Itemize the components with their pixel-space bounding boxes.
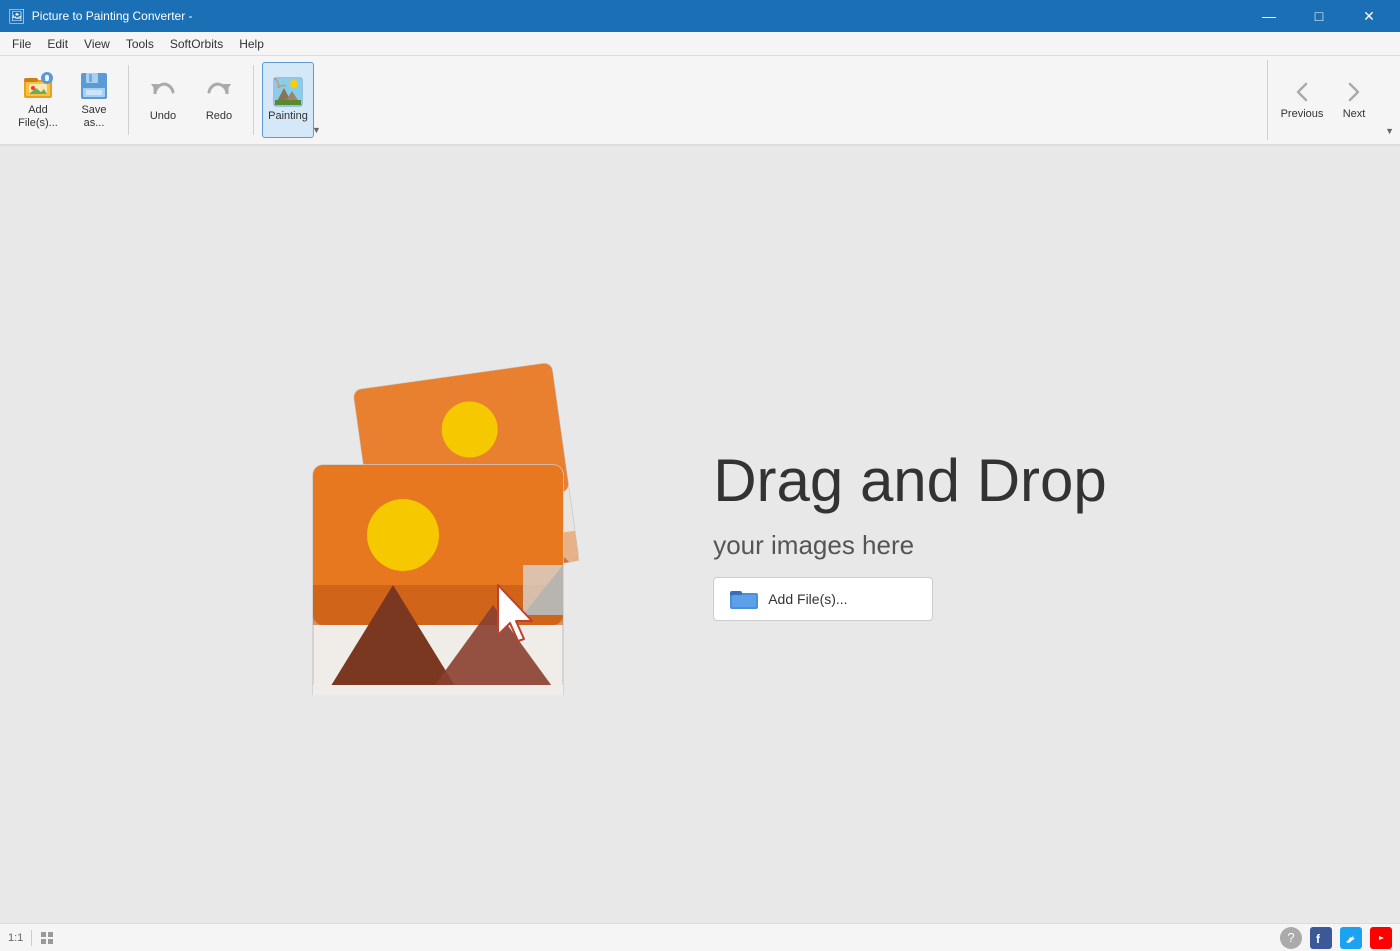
toolbar-right-arrow[interactable]: ▼: [1385, 126, 1394, 136]
previous-label: Previous: [1281, 108, 1324, 121]
undo-icon: [147, 76, 179, 108]
toolbar-group-main: AddFile(s)... Saveas... Undo: [8, 60, 331, 140]
add-files-toolbar-label: AddFile(s)...: [18, 104, 58, 130]
menu-softorbits[interactable]: SoftOrbits: [162, 32, 231, 55]
close-button[interactable]: ✕: [1346, 0, 1392, 32]
save-as-toolbar-label: Saveas...: [81, 104, 106, 130]
undo-toolbar-button[interactable]: Undo: [137, 62, 189, 138]
next-button[interactable]: Next: [1328, 62, 1380, 138]
drop-illustration: [293, 355, 653, 695]
redo-toolbar-label: Redo: [206, 110, 232, 123]
undo-toolbar-label: Undo: [150, 110, 176, 123]
title-bar: 🖼 Picture to Painting Converter - — □ ✕: [0, 0, 1400, 32]
menu-edit[interactable]: Edit: [39, 32, 76, 55]
title-text: Picture to Painting Converter -: [32, 9, 193, 23]
redo-toolbar-button[interactable]: Redo: [193, 62, 245, 138]
painting-toolbar-label: Painting: [268, 110, 308, 123]
status-separator-1: [31, 930, 32, 946]
drop-zone[interactable]: Drag and Drop your images here Add File(…: [293, 355, 1107, 715]
zoom-level: 1:1: [8, 932, 23, 944]
svg-text:f: f: [1316, 932, 1321, 945]
help-icon[interactable]: ?: [1280, 927, 1302, 949]
next-label: Next: [1343, 108, 1366, 121]
main-content[interactable]: Drag and Drop your images here Add File(…: [0, 146, 1400, 923]
toolbar-nav-group: Previous Next ▼: [1267, 60, 1380, 140]
add-files-toolbar-button[interactable]: AddFile(s)...: [12, 62, 64, 138]
youtube-icon[interactable]: [1370, 927, 1392, 949]
toolbar-separator-1: [128, 65, 129, 135]
add-file-icon: [22, 70, 54, 102]
status-bar: 1:1 ? f: [0, 923, 1400, 951]
title-bar-left: 🖼 Picture to Painting Converter -: [8, 8, 193, 25]
menu-view[interactable]: View: [76, 32, 118, 55]
drop-text-area: Drag and Drop your images here Add File(…: [713, 448, 1107, 621]
title-bar-controls: — □ ✕: [1246, 0, 1392, 32]
save-icon: [78, 70, 110, 102]
maximize-button[interactable]: □: [1296, 0, 1342, 32]
painting-icon: [272, 76, 304, 108]
menu-help[interactable]: Help: [231, 32, 272, 55]
save-as-toolbar-button[interactable]: Saveas...: [68, 62, 120, 138]
status-bar-right: ? f: [1280, 927, 1392, 949]
drag-drop-title: Drag and Drop: [713, 448, 1107, 514]
next-icon: [1340, 78, 1368, 106]
add-files-button-label: Add File(s)...: [768, 591, 847, 607]
menu-bar: File Edit View Tools SoftOrbits Help: [0, 32, 1400, 56]
folder-icon: [730, 588, 758, 610]
add-files-button[interactable]: Add File(s)...: [713, 577, 933, 621]
painting-toolbar-button[interactable]: Painting: [262, 62, 314, 138]
facebook-icon[interactable]: f: [1310, 927, 1332, 949]
redo-icon: [203, 76, 235, 108]
previous-button[interactable]: Previous: [1276, 62, 1328, 138]
toolbar: AddFile(s)... Saveas... Undo: [0, 56, 1400, 146]
twitter-icon[interactable]: [1340, 927, 1362, 949]
toolbar-separator-2: [253, 65, 254, 135]
prev-icon: [1288, 78, 1316, 106]
status-icon: [40, 931, 54, 945]
drag-drop-subtitle: your images here: [713, 530, 1107, 561]
grid-icon: [40, 931, 54, 945]
menu-file[interactable]: File: [4, 32, 39, 55]
menu-tools[interactable]: Tools: [118, 32, 162, 55]
illustration: [293, 355, 653, 715]
minimize-button[interactable]: —: [1246, 0, 1292, 32]
app-icon: 🖼: [8, 8, 26, 25]
toolbar-more-arrow[interactable]: ▼: [312, 125, 321, 135]
